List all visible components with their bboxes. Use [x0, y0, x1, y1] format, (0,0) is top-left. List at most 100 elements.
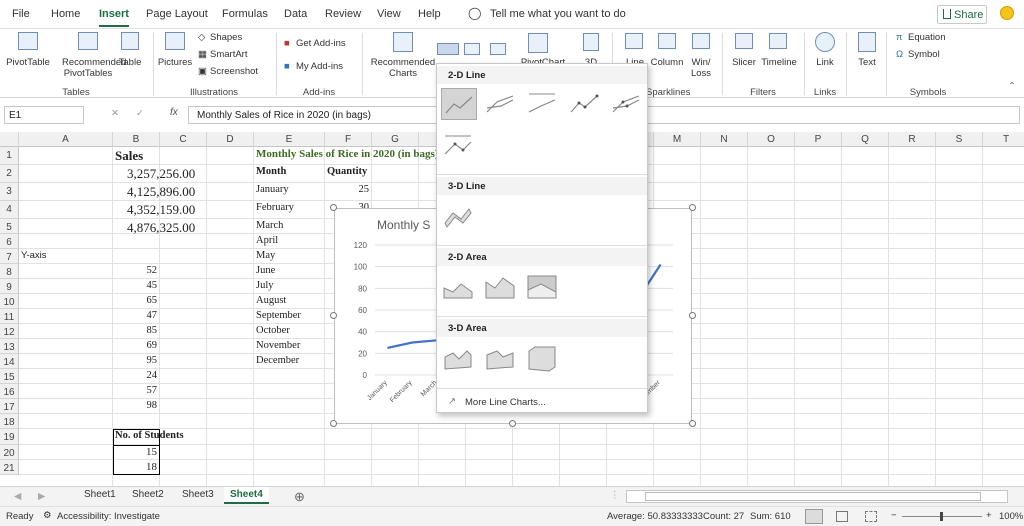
status-average[interactable]: Average: 50.83333333 — [607, 511, 703, 522]
prev-sheet-icon[interactable]: ◀ — [14, 491, 21, 502]
add-sheet-icon[interactable]: ⊕ — [294, 489, 305, 505]
chart-resize-handle[interactable] — [330, 204, 337, 211]
cell[interactable]: April — [256, 235, 278, 246]
row-header[interactable]: 10 — [0, 294, 19, 309]
cancel-icon[interactable]: ✕ — [111, 108, 119, 119]
tab-formulas[interactable]: Formulas — [222, 8, 268, 20]
next-sheet-icon[interactable]: ▶ — [38, 491, 45, 502]
cell[interactable]: June — [256, 265, 275, 276]
sheet-tab[interactable]: Sheet3 — [182, 489, 214, 500]
stacked-line-markers-option[interactable] — [609, 88, 645, 120]
sheet-tab-active[interactable]: Sheet4 — [224, 487, 269, 504]
stacked-area-option[interactable] — [483, 272, 519, 304]
cell[interactable]: March — [256, 220, 283, 231]
row-header[interactable]: 7 — [0, 249, 19, 264]
slicer-button[interactable]: Slicer — [728, 57, 760, 68]
column-sparkline-button[interactable]: Column — [649, 57, 685, 68]
select-all-corner[interactable] — [0, 132, 19, 147]
tab-page-layout[interactable]: Page Layout — [146, 8, 208, 20]
name-box[interactable]: E1 — [4, 106, 84, 124]
row-header[interactable]: 14 — [0, 354, 19, 369]
row-header[interactable]: 4 — [0, 201, 19, 219]
status-sum[interactable]: Sum: 610 — [750, 511, 791, 522]
smartart-button[interactable]: SmartArt — [210, 49, 247, 60]
sheet-tab[interactable]: Sheet2 — [132, 489, 164, 500]
cell[interactable]: December — [256, 355, 299, 366]
line-with-markers-option[interactable] — [567, 88, 603, 120]
column-header[interactable]: S — [936, 132, 983, 147]
tab-insert[interactable]: Insert — [99, 8, 129, 27]
zoom-out-icon[interactable]: − — [891, 510, 897, 521]
column-header[interactable]: F — [325, 132, 372, 147]
share-button[interactable]: Share — [937, 5, 987, 24]
cell[interactable]: May — [256, 250, 275, 261]
cell[interactable]: 24 — [115, 370, 158, 381]
tab-view[interactable]: View — [377, 8, 401, 20]
chart-resize-handle[interactable] — [330, 420, 337, 427]
column-header[interactable]: Q — [842, 132, 889, 147]
column-header[interactable]: P — [795, 132, 842, 147]
cell[interactable]: January — [256, 184, 289, 195]
chart-resize-handle[interactable] — [509, 420, 516, 427]
equation-button[interactable]: Equation — [908, 32, 946, 43]
cell[interactable]: October — [256, 325, 290, 336]
3d-line-option[interactable] — [441, 201, 477, 233]
cell[interactable]: Month — [256, 166, 286, 177]
row-header[interactable]: 11 — [0, 309, 19, 324]
cell[interactable]: August — [256, 295, 286, 306]
winloss-label-1[interactable]: Win/ — [688, 57, 714, 68]
cell[interactable]: Monthly Sales of Rice in 2020 (in bags) — [256, 148, 438, 160]
row-header[interactable]: 20 — [0, 445, 19, 460]
line-chart-dropdown-icon[interactable] — [437, 43, 459, 55]
cell[interactable]: 4,125,896.00 — [127, 184, 195, 200]
zoom-in-icon[interactable]: + — [986, 510, 992, 521]
chart-resize-handle[interactable] — [330, 312, 337, 319]
cell[interactable]: 4,352,159.00 — [127, 202, 195, 218]
row-header[interactable]: 1 — [0, 147, 19, 165]
row-header[interactable]: 19 — [0, 429, 19, 445]
accessibility-status[interactable]: Accessibility: Investigate — [57, 511, 160, 522]
shapes-button[interactable]: Shapes — [210, 32, 242, 43]
cell[interactable]: November — [256, 340, 300, 351]
screenshot-button[interactable]: Screenshot — [210, 66, 258, 77]
100-stacked-area-option[interactable] — [525, 272, 561, 304]
winloss-label-2[interactable]: Loss — [688, 68, 714, 79]
row-header[interactable]: 3 — [0, 183, 19, 201]
zoom-slider-thumb[interactable] — [940, 512, 943, 521]
cell[interactable]: 85 — [115, 325, 158, 336]
cell[interactable]: 57 — [115, 385, 158, 396]
enter-icon[interactable]: ✓ — [136, 108, 144, 119]
cell[interactable]: 95 — [115, 355, 158, 366]
row-header[interactable]: 21 — [0, 460, 19, 475]
row-header[interactable]: 16 — [0, 384, 19, 399]
3d-100-stacked-area-option[interactable] — [525, 343, 561, 375]
page-break-view-icon[interactable] — [865, 511, 877, 522]
cell[interactable]: 15 — [115, 446, 157, 458]
tab-home[interactable]: Home — [51, 8, 80, 20]
cell[interactable]: 45 — [115, 280, 158, 291]
chart-resize-handle[interactable] — [689, 420, 696, 427]
cell[interactable]: 52 — [115, 265, 158, 276]
cell[interactable]: February — [256, 202, 294, 213]
feedback-smiley-icon[interactable] — [1000, 6, 1014, 20]
pictures-button[interactable]: Pictures — [157, 57, 193, 68]
scrollbar-thumb[interactable] — [645, 492, 981, 501]
statistic-chart-icon[interactable] — [464, 43, 480, 55]
row-header[interactable]: 2 — [0, 165, 19, 183]
tell-me-search[interactable]: Tell me what you want to do — [490, 8, 626, 20]
column-header[interactable]: R — [889, 132, 936, 147]
normal-view-icon[interactable] — [805, 509, 823, 524]
cell[interactable]: July — [256, 280, 274, 291]
zoom-level[interactable]: 100% — [999, 511, 1023, 522]
3d-stacked-area-option[interactable] — [483, 343, 519, 375]
collapse-ribbon-icon[interactable]: ⌃ — [1008, 81, 1016, 92]
pivottable-button[interactable]: PivotTable — [6, 57, 50, 68]
cell[interactable]: 3,257,256.00 — [127, 166, 195, 182]
sheet-tab[interactable]: Sheet1 — [84, 489, 116, 500]
status-count[interactable]: Count: 27 — [703, 511, 744, 522]
get-addins-button[interactable]: Get Add-ins — [296, 38, 346, 49]
row-header[interactable]: 5 — [0, 219, 19, 234]
column-header[interactable]: A — [19, 132, 113, 147]
cell[interactable]: 25 — [327, 184, 370, 195]
row-header[interactable]: 17 — [0, 399, 19, 414]
